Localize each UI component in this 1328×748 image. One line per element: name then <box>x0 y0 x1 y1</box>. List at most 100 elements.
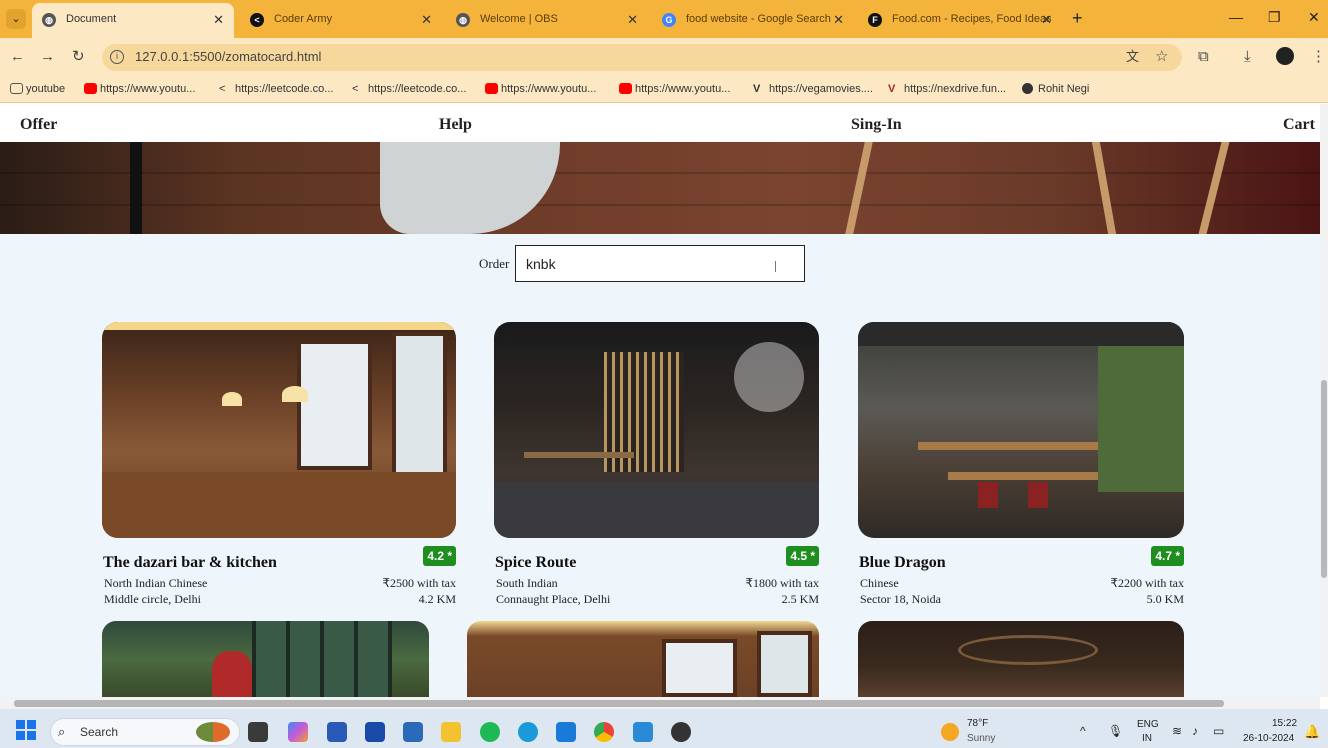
coder-army-icon: < <box>250 13 264 27</box>
bookmark-item[interactable]: https://www.youtu... <box>84 83 195 95</box>
close-tab-icon[interactable]: ✕ <box>213 3 224 36</box>
profile-avatar-icon[interactable] <box>1276 47 1294 65</box>
notepad-icon[interactable] <box>633 722 653 742</box>
copilot-icon[interactable] <box>288 722 308 742</box>
browser-window: ⌄ ◍ Document ✕ < Coder Army ✕ ◍ Welcome … <box>0 0 1328 748</box>
close-tab-icon[interactable]: ✕ <box>421 5 432 34</box>
chrome-icon[interactable] <box>594 722 614 742</box>
language-indicator[interactable]: ENG <box>1137 719 1159 730</box>
close-tab-icon[interactable]: ✕ <box>833 5 844 34</box>
search-highlight-icon <box>196 722 230 742</box>
reload-icon[interactable]: ↻ <box>72 48 85 66</box>
microphone-icon[interactable]: 🎙 <box>1108 724 1123 738</box>
language-region: IN <box>1142 733 1152 744</box>
forward-icon[interactable]: → <box>40 48 55 66</box>
volume-icon[interactable]: ♪ <box>1192 724 1198 738</box>
translate-icon[interactable]: 文 <box>1126 48 1139 66</box>
restaurant-location: Connaught Place, Delhi <box>496 592 611 606</box>
battery-icon[interactable]: ▭ <box>1213 724 1224 738</box>
tray-chevron-icon[interactable]: ^ <box>1080 724 1086 738</box>
tab-title: Welcome | OBS <box>480 13 558 25</box>
tab-search-icon[interactable]: ⌄ <box>6 9 26 29</box>
more-menu-icon[interactable]: ⋮ <box>1311 48 1326 66</box>
store-icon[interactable] <box>327 722 347 742</box>
restaurant-card-image[interactable] <box>858 621 1184 697</box>
obs-icon[interactable] <box>671 722 691 742</box>
vscode-icon[interactable] <box>556 722 576 742</box>
bookmark-item[interactable]: < https://leetcode.co... <box>352 83 466 95</box>
site-info-icon[interactable]: i <box>110 50 124 64</box>
windows-start-icon[interactable] <box>16 720 36 740</box>
taskbar-search-label: Search <box>80 725 119 739</box>
url-text[interactable]: 127.0.0.1:5500/zomatocard.html <box>135 49 321 64</box>
restaurant-card[interactable]: Blue Dragon 4.7 * Chinese ₹2200 with tax… <box>858 322 1184 606</box>
restaurant-card-image[interactable] <box>102 621 429 697</box>
new-tab-button[interactable]: + <box>1072 8 1083 28</box>
tab-google-search[interactable]: G food website - Google Search ✕ <box>652 5 854 34</box>
tab-obs[interactable]: ◍ Welcome | OBS ✕ <box>446 5 648 34</box>
restaurant-cuisine: Chinese <box>860 576 899 590</box>
vertical-scroll-thumb[interactable] <box>1321 380 1327 578</box>
app-icon[interactable] <box>403 722 423 742</box>
download-icon[interactable]: ⤓ <box>1244 48 1251 66</box>
restaurant-card[interactable]: The dazari bar & kitchen 4.2 * North Ind… <box>102 322 456 606</box>
text-cursor-icon <box>775 261 777 272</box>
tab-title: food website - Google Search <box>686 13 831 25</box>
clock-time[interactable]: 15:22 <box>1272 718 1297 729</box>
globe-icon: ◍ <box>42 13 56 27</box>
bookmark-star-icon[interactable]: ☆ <box>1155 48 1168 66</box>
teams-icon[interactable] <box>365 722 385 742</box>
restaurant-distance: 4.2 KM <box>418 592 456 606</box>
restaurant-card[interactable]: Spice Route 4.5 * South Indian ₹1800 wit… <box>494 322 819 606</box>
edge-icon[interactable] <box>518 722 538 742</box>
extensions-icon[interactable]: ⧉ <box>1198 48 1209 66</box>
food-com-icon: F <box>868 13 882 27</box>
leetcode-icon: < <box>352 83 359 95</box>
order-search-input[interactable] <box>515 245 805 282</box>
restaurant-card-image[interactable] <box>467 621 819 697</box>
restaurant-name: Blue Dragon <box>859 554 946 571</box>
youtube-icon <box>485 83 498 94</box>
tab-coder-army[interactable]: < Coder Army ✕ <box>240 5 442 34</box>
youtube-icon <box>84 83 97 94</box>
folder-icon[interactable] <box>441 722 461 742</box>
youtube-icon <box>619 83 632 94</box>
bookmark-item[interactable]: https://www.youtu... <box>619 83 730 95</box>
bookmark-item[interactable]: Rohit Negi <box>1022 83 1089 95</box>
restore-icon[interactable]: ❐ <box>1268 9 1281 26</box>
bookmark-item[interactable]: https://www.youtu... <box>485 83 596 95</box>
horizontal-scroll-thumb[interactable] <box>14 700 1224 707</box>
bookmark-item[interactable]: < https://leetcode.co... <box>219 83 333 95</box>
wifi-icon[interactable]: ≋ <box>1172 724 1182 738</box>
nav-signin-link[interactable]: Sing-In <box>851 116 902 134</box>
rating-badge: 4.5 * <box>786 546 819 566</box>
close-window-icon[interactable]: ✕ <box>1308 9 1320 26</box>
bookmark-item[interactable]: Vhttps://vegamovies.... <box>753 83 873 95</box>
nav-offer-link[interactable]: Offer <box>20 116 57 134</box>
nav-help-link[interactable]: Help <box>439 116 472 134</box>
minimize-icon[interactable]: — <box>1229 9 1243 25</box>
restaurant-distance: 2.5 KM <box>781 592 819 606</box>
bookmark-item[interactable]: Vhttps://nexdrive.fun... <box>888 83 1006 95</box>
weather-temperature: 78°F <box>967 718 989 729</box>
restaurant-price: ₹1800 with tax <box>745 576 819 590</box>
tab-food-com[interactable]: F Food.com - Recipes, Food Ideas ✕ <box>858 5 1062 34</box>
file-explorer-icon[interactable] <box>248 722 268 742</box>
close-tab-icon[interactable]: ✕ <box>627 5 638 34</box>
site-navbar: Offer Help Sing-In Cart <box>0 104 1320 144</box>
search-icon: ⌕ <box>58 724 66 739</box>
vegamovies-icon: V <box>753 83 761 95</box>
clock-date[interactable]: 26-10-2024 <box>1243 733 1294 744</box>
close-tab-icon[interactable]: ✕ <box>1041 5 1052 34</box>
bookmark-item[interactable]: youtube <box>10 83 65 95</box>
tab-title: Document <box>66 13 117 25</box>
spotify-icon[interactable] <box>480 722 500 742</box>
globe-icon <box>1022 83 1033 94</box>
nav-cart-link[interactable]: Cart <box>1283 116 1315 134</box>
back-icon[interactable]: ← <box>10 48 25 66</box>
hero-banner-image <box>0 142 1320 234</box>
notification-bell-icon[interactable]: 🔔 <box>1304 724 1320 740</box>
tab-document[interactable]: ◍ Document ✕ <box>32 3 234 38</box>
page-viewport: Offer Help Sing-In Cart Order knbk The d… <box>0 104 1320 697</box>
globe-icon: ◍ <box>456 13 470 27</box>
